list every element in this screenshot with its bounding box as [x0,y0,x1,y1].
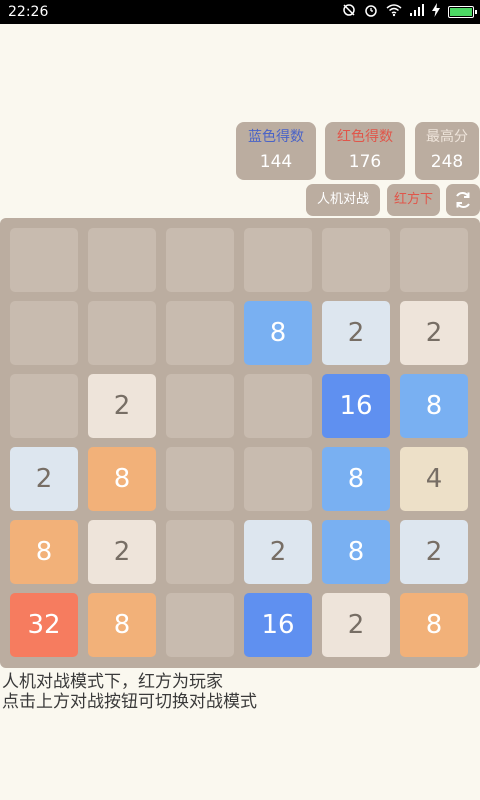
tile-red-8: 8 [400,593,468,657]
empty-cell [244,374,312,438]
empty-cell [244,228,312,292]
tile-blue-8: 8 [244,301,312,365]
tile-red-8: 8 [10,520,78,584]
empty-cell [166,228,234,292]
tile-blue-2: 2 [244,520,312,584]
status-time: 22:26 [8,4,49,20]
refresh-button[interactable] [446,184,480,216]
tile-red-2: 2 [322,593,390,657]
signal-icon [410,3,424,21]
empty-cell [166,447,234,511]
alarm-clock-icon [364,3,378,22]
empty-cell [10,374,78,438]
status-icons [342,2,477,22]
tile-red-8: 8 [88,447,156,511]
red-score-label: 红色得数 [337,129,393,145]
tile-red-8: 8 [88,593,156,657]
tile-red-4: 4 [400,447,468,511]
instruction-line-1: 人机对战模式下，红方为玩家 [2,672,223,692]
instruction-line-2: 点击上方对战按钮可切换对战模式 [2,692,257,712]
game-board[interactable]: 8 2 2 2 16 8 2 8 8 4 8 2 2 8 2 32 8 16 2 8 [0,218,480,668]
empty-cell [244,447,312,511]
tile-red-2: 2 [88,520,156,584]
empty-cell [166,301,234,365]
blue-score-box: 蓝色得数 144 [236,122,316,180]
tile-blue-16: 16 [244,593,312,657]
blue-score-value: 144 [259,152,293,172]
charging-icon [432,2,440,22]
alarm-off-icon [342,3,356,22]
best-score-label: 最高分 [426,129,468,145]
tile-red-2: 2 [400,301,468,365]
empty-cell [88,301,156,365]
best-score-box: 最高分 248 [415,122,479,180]
instructions: 人机对战模式下，红方为玩家 点击上方对战按钮可切换对战模式 [2,672,257,712]
red-score-box: 红色得数 176 [325,122,405,180]
status-bar: 22:26 [0,0,480,24]
empty-cell [322,228,390,292]
red-score-value: 176 [348,152,382,172]
empty-cell [10,301,78,365]
empty-cell [166,593,234,657]
tile-blue-2: 2 [10,447,78,511]
battery-icon [448,6,477,18]
tile-blue-16: 16 [322,374,390,438]
tile-blue-8: 8 [322,520,390,584]
tile-blue-2: 2 [322,301,390,365]
tile-blue-8: 8 [322,447,390,511]
battle-mode-button[interactable]: 人机对战 [306,184,380,216]
tile-red-32: 32 [10,593,78,657]
empty-cell [166,520,234,584]
empty-cell [400,228,468,292]
empty-cell [166,374,234,438]
blue-score-label: 蓝色得数 [248,129,304,145]
wifi-icon [386,3,402,22]
empty-cell [10,228,78,292]
empty-cell [88,228,156,292]
tile-blue-8: 8 [400,374,468,438]
tile-red-2: 2 [88,374,156,438]
turn-indicator-button[interactable]: 红方下 [387,184,440,216]
tile-blue-2: 2 [400,520,468,584]
best-score-value: 248 [430,152,464,172]
